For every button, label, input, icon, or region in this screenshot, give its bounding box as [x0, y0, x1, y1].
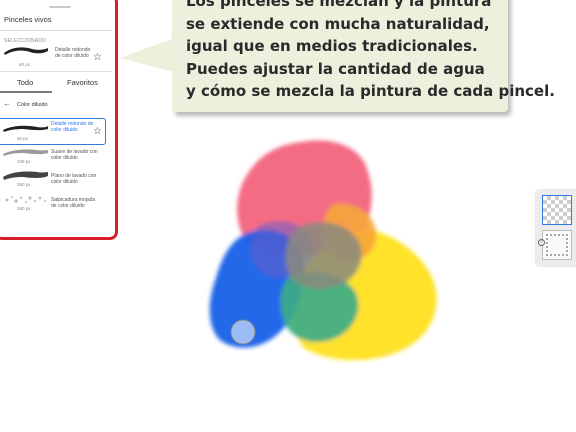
- callout-line: y cómo se mezcla la pintura de cada pinc…: [186, 82, 555, 101]
- selected-label: SELECCIONADO: [4, 38, 47, 44]
- active-tab-indicator: [0, 91, 52, 93]
- brush-name[interactable]: Plano de lavado con color diluido: [51, 173, 99, 185]
- layer-panel: ○: [536, 190, 576, 266]
- selected-brush-preview: [4, 47, 48, 55]
- brush-preview: [5, 196, 46, 203]
- divider: [0, 30, 112, 31]
- layer-thumbnail[interactable]: [542, 230, 572, 260]
- brush-preview: [3, 171, 48, 180]
- divider: [0, 71, 112, 72]
- brush-preview: [3, 125, 48, 132]
- brush-name[interactable]: Salpicadura mojada de color diluido: [51, 197, 99, 209]
- panel-drag-handle[interactable]: [49, 6, 71, 8]
- gray-center-blend: [285, 222, 362, 289]
- star-icon[interactable]: ☆: [93, 53, 102, 63]
- star-icon[interactable]: ☆: [93, 127, 102, 137]
- tab-all[interactable]: Todo: [17, 78, 33, 87]
- tab-favorites[interactable]: Favoritos: [67, 78, 98, 87]
- brush-size: 236 px: [17, 159, 31, 164]
- brush-size: 360 px: [17, 182, 31, 187]
- callout-line: igual que en medios tradicionales.: [186, 37, 478, 56]
- live-brushes-panel: Pinceles vivos SELECCIONADO 60 px Detall…: [0, 0, 118, 240]
- mask-icon[interactable]: ○: [538, 239, 545, 246]
- selected-brush-size: 60 px: [19, 62, 31, 67]
- callout-text: Los pinceles se mezclan y la pintura se …: [186, 0, 555, 103]
- brush-size: 260 px: [17, 206, 31, 211]
- selected-brush-name: Detalle redondo de color diluido: [55, 47, 91, 59]
- brush-cursor: [230, 319, 256, 345]
- brush-size: 60 px: [17, 136, 29, 141]
- brush-name[interactable]: Detalle redondo de color diluido: [51, 121, 99, 133]
- layer-thumbnail-active[interactable]: [542, 195, 572, 225]
- breadcrumb: Color diluido: [17, 102, 48, 108]
- brush-name[interactable]: Suave de lavado con color diluido: [51, 149, 99, 161]
- brush-preview: [3, 149, 48, 156]
- callout-line: se extiende con mucha naturalidad,: [186, 14, 490, 33]
- callout-line: Los pinceles se mezclan y la pintura: [186, 0, 492, 10]
- callout-line: Puedes ajustar la cantidad de agua: [186, 59, 485, 78]
- arrow-left-icon[interactable]: ←: [3, 100, 11, 108]
- panel-title: Pinceles vivos: [4, 15, 52, 24]
